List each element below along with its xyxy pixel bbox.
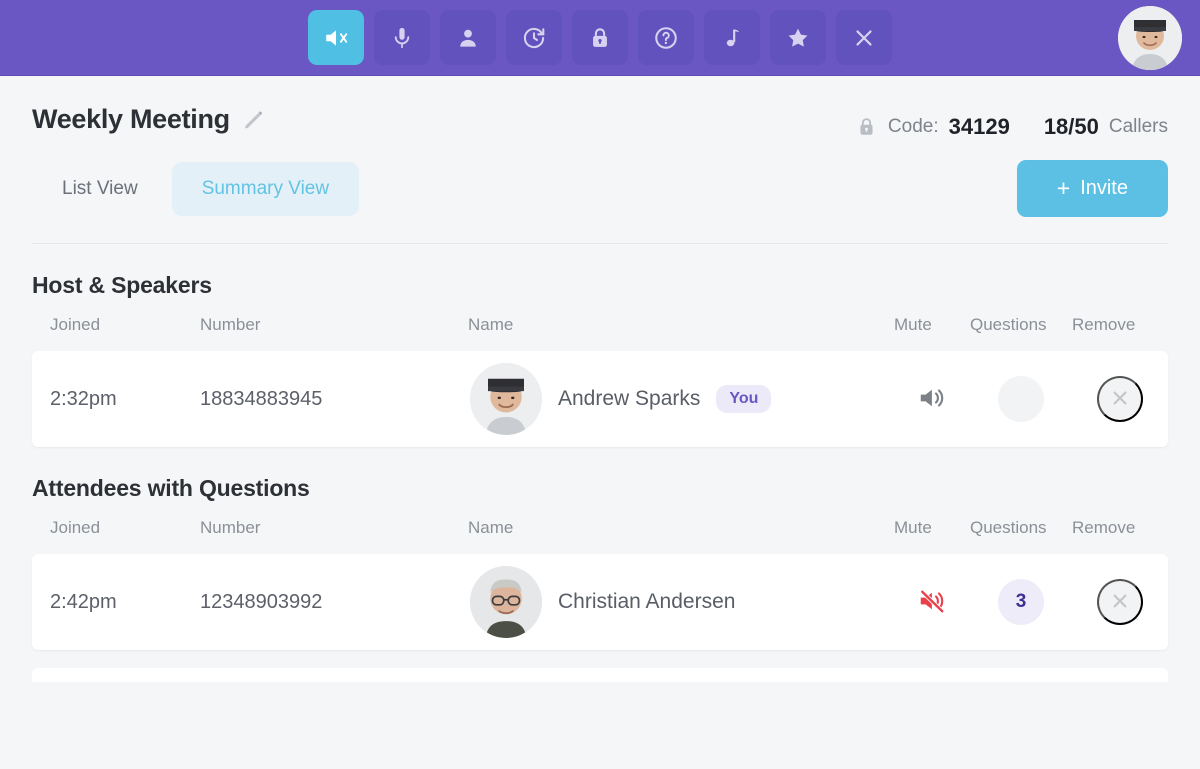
lock-icon xyxy=(587,25,613,51)
column-header-remove: Remove xyxy=(1072,518,1136,537)
column-headers-attendees: Joined Number Name Mute Questions Remove xyxy=(32,502,1168,554)
speaker-on-icon xyxy=(917,383,947,416)
table-row[interactable]: 2:32pm 18834883945 Andrew Sparks You xyxy=(32,351,1168,447)
section-title-attendees-with-questions: Attendees with Questions xyxy=(32,475,310,501)
column-header-number: Number xyxy=(200,315,261,334)
column-header-name: Name xyxy=(468,315,514,334)
row-number: 18834883945 xyxy=(200,387,323,410)
invite-button[interactable]: + Invite xyxy=(1016,160,1168,217)
mute-toggle-button[interactable] xyxy=(917,383,947,416)
invite-label: Invite xyxy=(1080,177,1128,199)
row-name: Andrew Sparks xyxy=(558,387,701,410)
person-icon xyxy=(455,25,481,51)
microphone-icon xyxy=(389,25,415,51)
page-title: Weekly Meeting xyxy=(32,104,230,134)
hold-music-button[interactable] xyxy=(704,10,760,65)
column-headers-host-speakers: Joined Number Name Mute Questions Remove xyxy=(32,299,1168,351)
participants-button[interactable] xyxy=(440,10,496,65)
row-remove-cell xyxy=(1072,579,1168,625)
questions-badge[interactable]: 3 xyxy=(998,579,1044,625)
view-toolbar: List View Summary View + Invite xyxy=(32,160,1168,244)
toolbar-button-group xyxy=(308,10,892,65)
help-button[interactable] xyxy=(638,10,694,65)
row-name-cell: Andrew Sparks You xyxy=(468,363,894,435)
favorite-button[interactable] xyxy=(770,10,826,65)
main-panel: Weekly Meeting Code: 34129 18/50 Callers… xyxy=(0,76,1200,769)
column-header-joined: Joined xyxy=(50,315,101,334)
meeting-meta: Code: 34129 18/50 Callers xyxy=(857,104,1168,140)
mute-toggle-button[interactable] xyxy=(917,586,947,619)
pencil-icon[interactable] xyxy=(242,109,264,131)
row-questions-cell: 3 xyxy=(970,579,1072,625)
view-tabs: List View Summary View xyxy=(32,161,360,216)
row-mute-cell xyxy=(894,383,970,416)
row-questions-cell xyxy=(970,376,1072,422)
lock-icon xyxy=(857,116,876,138)
row-name-cell: Christian Andersen xyxy=(468,566,894,638)
code-label: Code: xyxy=(887,116,939,137)
speaker-mute-icon xyxy=(323,25,349,51)
plus-icon: + xyxy=(1056,175,1071,201)
row-joined-time: 2:32pm xyxy=(50,387,117,410)
microphone-button[interactable] xyxy=(374,10,430,65)
callers-label: Callers xyxy=(1108,116,1168,137)
help-icon xyxy=(653,25,679,51)
tab-summary-view[interactable]: Summary View xyxy=(171,161,360,216)
meeting-header: Weekly Meeting Code: 34129 18/50 Callers xyxy=(32,76,1168,140)
column-header-questions: Questions xyxy=(970,518,1047,537)
avatar-image xyxy=(470,566,542,638)
top-toolbar xyxy=(0,0,1200,76)
music-note-icon xyxy=(719,25,745,51)
avatar-image xyxy=(1118,6,1182,70)
star-icon xyxy=(785,25,811,51)
remove-button[interactable] xyxy=(1097,376,1143,422)
history-clock-icon xyxy=(521,25,547,51)
close-icon xyxy=(851,25,877,51)
column-header-number: Number xyxy=(200,518,261,537)
column-header-mute: Mute xyxy=(894,315,932,334)
close-icon xyxy=(1108,589,1132,616)
row-mute-cell xyxy=(894,586,970,619)
end-meeting-button[interactable] xyxy=(836,10,892,65)
lock-meeting-button[interactable] xyxy=(572,10,628,65)
avatar-image xyxy=(470,363,542,435)
history-button[interactable] xyxy=(506,10,562,65)
column-header-remove: Remove xyxy=(1072,315,1136,334)
row-joined-time: 2:42pm xyxy=(50,590,117,613)
title-wrap: Weekly Meeting xyxy=(32,104,264,135)
avatar xyxy=(470,566,542,638)
section-title-host-speakers: Host & Speakers xyxy=(32,272,212,298)
row-name: Christian Andersen xyxy=(558,590,736,613)
tab-list-view[interactable]: List View xyxy=(32,162,168,216)
column-header-mute: Mute xyxy=(894,518,932,537)
speaker-mute-button[interactable] xyxy=(308,10,364,65)
you-badge: You xyxy=(716,385,772,413)
code-value: 34129 xyxy=(948,114,1010,139)
column-header-questions: Questions xyxy=(970,315,1047,334)
speaker-muted-icon xyxy=(917,586,947,619)
close-icon xyxy=(1108,386,1132,413)
row-remove-cell xyxy=(1072,376,1168,422)
remove-button[interactable] xyxy=(1097,579,1143,625)
avatar xyxy=(470,363,542,435)
table-row[interactable]: 2:42pm 12348903992 Christian Andersen 3 xyxy=(32,554,1168,650)
questions-badge[interactable] xyxy=(998,376,1044,422)
column-header-name: Name xyxy=(468,518,514,537)
column-header-joined: Joined xyxy=(50,518,101,537)
row-number: 12348903992 xyxy=(200,590,323,613)
table-row[interactable] xyxy=(32,668,1168,682)
callers-count: 18/50 xyxy=(1043,114,1099,139)
user-avatar[interactable] xyxy=(1118,6,1182,70)
